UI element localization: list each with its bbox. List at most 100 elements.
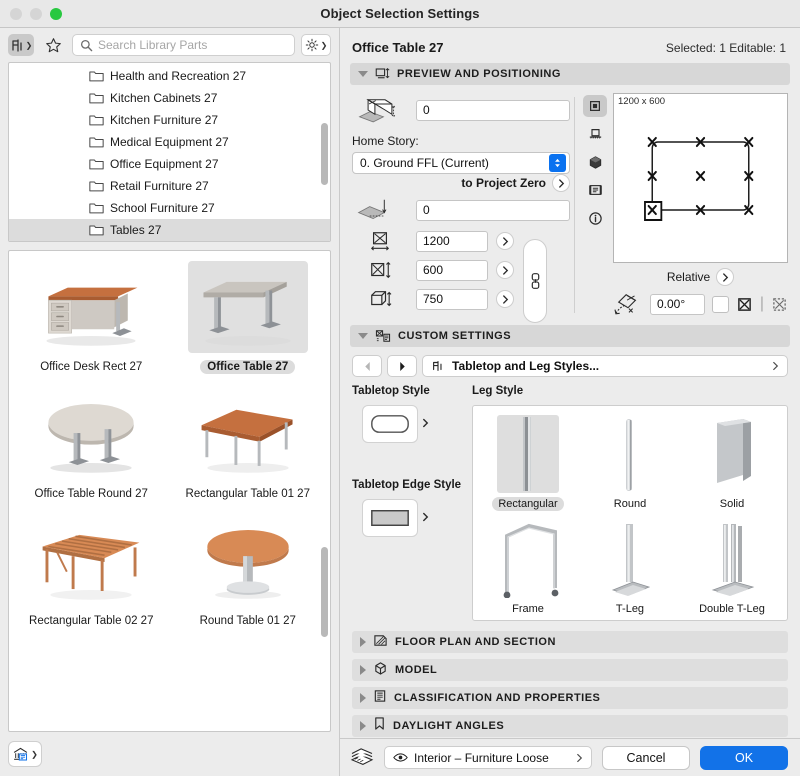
elevation-view-button[interactable]: [583, 123, 607, 145]
relative-row[interactable]: Relative: [613, 268, 788, 286]
disclosure-triangle-right-icon[interactable]: [360, 693, 366, 703]
height-field[interactable]: 750: [416, 288, 488, 310]
project-zero-chevron-button[interactable]: [552, 174, 570, 192]
section-custom-settings[interactable]: CUSTOM SETTINGS: [350, 325, 790, 347]
leg-style-scrollbar[interactable]: [778, 410, 786, 616]
width-field[interactable]: 1200: [416, 230, 488, 252]
tree-item[interactable]: Medical Equipment 27: [9, 131, 330, 153]
disclosure-triangle-right-icon[interactable]: [360, 665, 366, 675]
leg-style-image[interactable]: [599, 415, 661, 493]
leg-style-image[interactable]: [701, 415, 763, 493]
width-options-button[interactable]: [496, 232, 514, 250]
to-project-zero-row[interactable]: to Project Zero: [352, 174, 570, 192]
project-zero-field[interactable]: 0: [416, 199, 570, 221]
relative-options-button[interactable]: [716, 268, 735, 286]
leg-style-option[interactable]: Round: [579, 412, 681, 517]
rotation-field[interactable]: 0.00°: [650, 293, 705, 315]
tree-item[interactable]: Kitchen Furniture 27: [9, 109, 330, 131]
home-story-label: Home Story:: [352, 134, 419, 148]
leg-style-image[interactable]: [701, 520, 763, 598]
thumbnail-image[interactable]: [31, 515, 151, 607]
height-options-button[interactable]: [496, 290, 514, 308]
library-folder-tree[interactable]: Health and Recreation 27 Kitchen Cabinet…: [8, 62, 331, 242]
tabletop-edge-style-label: Tabletop Edge Style: [352, 479, 462, 491]
list-view-button[interactable]: [583, 179, 607, 201]
tree-item[interactable]: Tables 27: [9, 219, 330, 241]
thumbnail-image[interactable]: [31, 388, 151, 480]
thumbnail-image[interactable]: [188, 388, 308, 480]
thumbnail-image[interactable]: [188, 515, 308, 607]
disclosure-triangle-right-icon[interactable]: [360, 637, 366, 647]
section-preview-and-positioning[interactable]: PREVIEW AND POSITIONING: [350, 63, 790, 85]
tabletop-style-chevron[interactable]: [422, 415, 429, 433]
elevation-field[interactable]: 0: [416, 99, 570, 121]
collapsed-section-header[interactable]: DAYLIGHT ANGLES: [352, 715, 788, 737]
depth-options-button[interactable]: [496, 261, 514, 279]
leg-style-picker[interactable]: Rectangular Round Solid Frame T-Leg Doub…: [472, 405, 788, 621]
tree-item[interactable]: Health and Recreation 27: [9, 65, 330, 87]
collapsed-section-header[interactable]: MODEL: [352, 659, 788, 681]
symbol-view-button[interactable]: [583, 95, 607, 117]
leg-style-image[interactable]: [599, 520, 661, 598]
mirror-vertical-button[interactable]: [771, 296, 788, 313]
library-thumbnail[interactable]: Rectangular Table 01 27: [170, 384, 327, 511]
disclosure-triangle-right-icon[interactable]: [360, 721, 366, 731]
chevron-right-icon[interactable]: [576, 753, 583, 763]
tabletop-edge-style-chevron[interactable]: [422, 509, 429, 527]
favorites-button[interactable]: [40, 34, 66, 56]
library-settings-button[interactable]: ❯: [301, 34, 331, 56]
home-story-select[interactable]: 0. Ground FFL (Current): [352, 152, 570, 174]
tabletop-style-swatch[interactable]: [362, 405, 429, 443]
next-page-button[interactable]: [387, 355, 417, 377]
library-thumbnail[interactable]: Office Table Round 27: [13, 384, 170, 511]
layer-selector[interactable]: Interior – Furniture Loose: [384, 746, 592, 769]
disclosure-triangle-down-icon[interactable]: [358, 333, 368, 339]
leg-style-image[interactable]: [497, 520, 559, 598]
library-thumbnail-grid[interactable]: Office Desk Rect 27 Office Table 27 Offi…: [8, 250, 331, 732]
library-thumbnail[interactable]: Office Table 27: [170, 257, 327, 384]
collapsed-section-header[interactable]: CLASSIFICATION AND PROPERTIES: [352, 687, 788, 709]
custom-page-selector[interactable]: Tabletop and Leg Styles...: [422, 355, 788, 377]
3d-view-button[interactable]: [583, 151, 607, 173]
depth-field[interactable]: 600: [416, 259, 488, 281]
link-dimensions-button[interactable]: [523, 239, 547, 323]
leg-style-option[interactable]: T-Leg: [579, 517, 681, 620]
tree-item[interactable]: Office Equipment 27: [9, 153, 330, 175]
search-library-parts[interactable]: [72, 34, 295, 56]
tree-scrollbar[interactable]: [320, 123, 328, 233]
stepper-icon[interactable]: [549, 154, 566, 172]
search-input[interactable]: [98, 38, 287, 52]
tree-item-label: Medical Equipment 27: [110, 135, 229, 149]
info-view-button[interactable]: [583, 207, 607, 229]
library-thumbnail[interactable]: Round Table 01 27: [170, 511, 327, 638]
thumbnail-image[interactable]: [187, 261, 308, 353]
leg-style-option[interactable]: Double T-Leg: [681, 517, 783, 620]
library-thumbnail[interactable]: Office Desk Rect 27: [13, 257, 170, 384]
mirror-checkbox[interactable]: [711, 295, 729, 313]
preview-positioning-icon: [375, 68, 390, 79]
prev-page-button[interactable]: [352, 355, 382, 377]
disclosure-triangle-down-icon[interactable]: [358, 71, 368, 77]
tree-item[interactable]: School Furniture 27: [9, 197, 330, 219]
collapsed-section-header[interactable]: FLOOR PLAN AND SECTION: [352, 631, 788, 653]
library-thumbnail[interactable]: Rectangular Table 02 27: [13, 511, 170, 638]
leg-style-option[interactable]: Solid: [681, 412, 783, 517]
tree-item[interactable]: Kitchen Cabinets 27: [9, 87, 330, 109]
leg-style-image[interactable]: [497, 415, 559, 493]
tree-scrollbar-thumb[interactable]: [321, 123, 328, 185]
thumbnail-scrollbar-thumb[interactable]: [321, 547, 328, 637]
leg-style-option[interactable]: Frame: [477, 517, 579, 620]
furniture-tool-button[interactable]: ❯: [8, 34, 34, 56]
thumbnail-scrollbar[interactable]: [320, 257, 328, 725]
project-zero-icon: [357, 199, 387, 220]
library-manager-button[interactable]: ❯: [8, 741, 42, 767]
mirror-horizontal-button[interactable]: [736, 296, 753, 313]
tree-item[interactable]: Retail Furniture 27: [9, 175, 330, 197]
cancel-button[interactable]: Cancel: [602, 745, 690, 770]
tabletop-edge-style-swatch[interactable]: [362, 499, 429, 537]
ok-button[interactable]: OK: [700, 745, 788, 770]
rotation-row: 0.00° |: [613, 291, 788, 317]
thumbnail-image[interactable]: [31, 261, 151, 353]
object-preview[interactable]: 1200 x 600: [613, 93, 788, 263]
leg-style-option[interactable]: Rectangular: [477, 412, 579, 517]
